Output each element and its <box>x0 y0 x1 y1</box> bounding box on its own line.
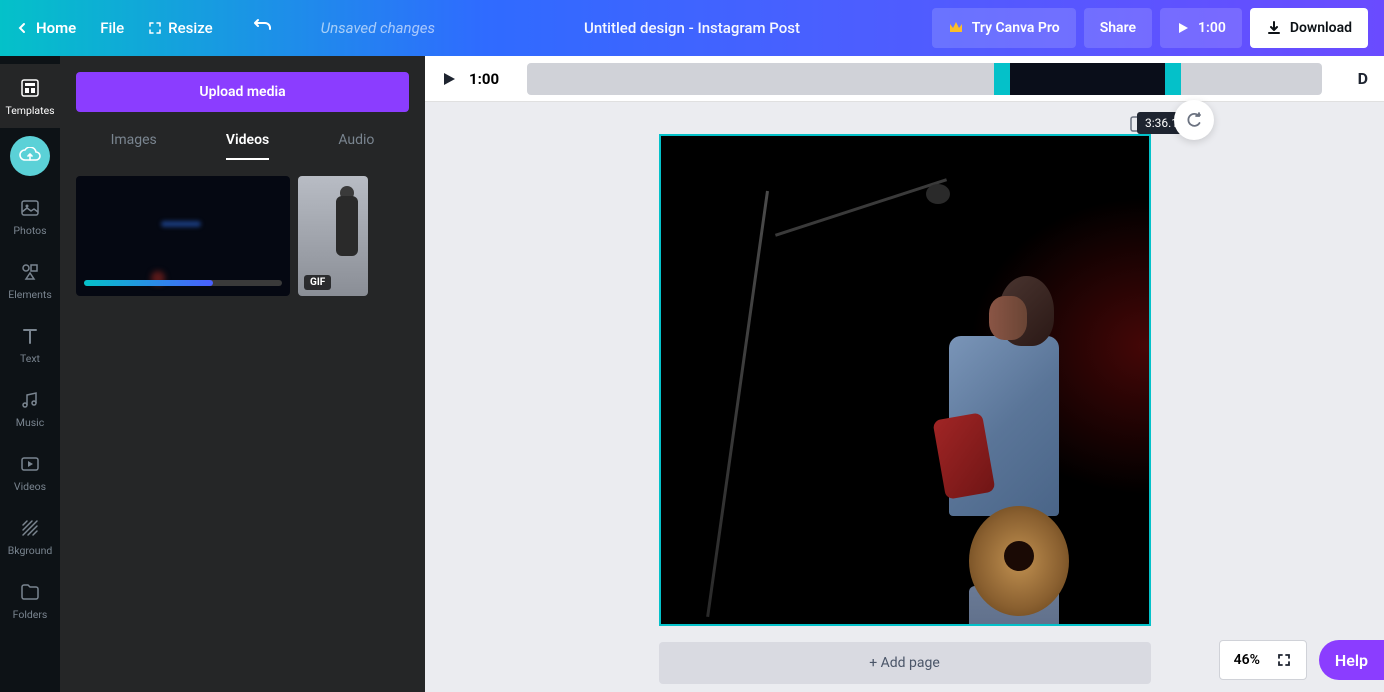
try-pro-button[interactable]: Try Canva Pro <box>932 8 1076 48</box>
clip-handle-left[interactable] <box>994 63 1010 95</box>
canvas-image-content <box>929 246 1079 606</box>
videos-icon <box>18 452 42 476</box>
play-icon <box>1176 21 1190 35</box>
tab-images[interactable]: Images <box>111 132 157 160</box>
file-menu[interactable]: File <box>100 19 124 37</box>
add-page-label: + Add page <box>869 655 940 671</box>
timeline-play-button[interactable] <box>441 71 457 87</box>
timeline-track[interactable] <box>527 63 1322 95</box>
text-icon <box>18 324 42 348</box>
canvas-image-content <box>706 191 769 617</box>
rail-text[interactable]: Text <box>0 312 60 376</box>
share-button[interactable]: Share <box>1084 8 1152 48</box>
rail-music-label: Music <box>16 416 44 429</box>
rail-uploads[interactable] <box>10 136 50 176</box>
upload-media-label: Upload media <box>199 84 285 100</box>
resize-label: Resize <box>168 19 212 37</box>
help-label: Help <box>1335 651 1368 670</box>
rail-elements-label: Elements <box>8 288 52 301</box>
video-thumbnail-uploading[interactable] <box>76 176 290 296</box>
thumbnail-content <box>161 221 201 227</box>
rail-templates[interactable]: Templates <box>0 64 60 128</box>
chevron-left-icon <box>16 22 28 34</box>
main-area: Templates Photos Elements Text Music Vid… <box>0 56 1384 692</box>
canvas-wrap: + Add page <box>425 102 1384 692</box>
home-button[interactable]: Home <box>16 19 76 37</box>
play-icon <box>441 71 457 87</box>
upload-progress-track <box>84 280 282 286</box>
gif-badge: GIF <box>304 275 331 290</box>
rail-templates-label: Templates <box>5 104 54 117</box>
upload-progress-fill <box>84 280 213 286</box>
clip-segment[interactable] <box>1010 63 1165 95</box>
resize-menu[interactable]: Resize <box>148 19 212 37</box>
upload-media-button[interactable]: Upload media <box>76 72 409 112</box>
rail-folders-label: Folders <box>13 608 48 621</box>
try-pro-label: Try Canva Pro <box>972 20 1060 36</box>
cloud-upload-icon <box>19 147 41 165</box>
download-icon <box>1266 20 1282 36</box>
background-icon <box>18 516 42 540</box>
photos-icon <box>18 196 42 220</box>
play-duration-button[interactable]: 1:00 <box>1160 8 1242 48</box>
side-panel: Upload media Images Videos Audio GIF <box>60 56 425 692</box>
timeline-time: 1:00 <box>469 70 499 88</box>
download-button[interactable]: Download <box>1250 8 1368 48</box>
rail-elements[interactable]: Elements <box>0 248 60 312</box>
rail-videos[interactable]: Videos <box>0 440 60 504</box>
rail-bkground-label: Bkground <box>8 544 53 557</box>
top-bar: Home File Resize Unsaved changes Untitle… <box>0 0 1384 56</box>
undo-button[interactable] <box>253 18 273 38</box>
rail-text-label: Text <box>20 352 40 365</box>
top-right-group: Try Canva Pro Share 1:00 Download <box>932 8 1368 48</box>
music-icon <box>18 388 42 412</box>
tab-videos[interactable]: Videos <box>226 132 269 160</box>
design-title[interactable]: Untitled design - Instagram Post <box>584 19 800 37</box>
elements-icon <box>18 260 42 284</box>
download-label: Download <box>1290 20 1352 36</box>
top-left-group: Home File Resize Unsaved changes <box>16 18 435 38</box>
media-tabs: Images Videos Audio <box>76 132 409 160</box>
bottom-right-controls: 46% Help <box>1219 640 1384 680</box>
canvas-image-content <box>774 178 946 236</box>
rail-videos-label: Videos <box>14 480 46 493</box>
undo-icon <box>253 18 273 38</box>
share-label: Share <box>1100 20 1136 36</box>
home-label: Home <box>36 19 76 37</box>
rail-music[interactable]: Music <box>0 376 60 440</box>
rail-folders[interactable]: Folders <box>0 568 60 632</box>
crown-icon <box>948 21 964 35</box>
templates-icon <box>18 76 42 100</box>
timeline-end-marker: D <box>1358 69 1368 88</box>
media-thumbnails: GIF <box>76 176 409 296</box>
zoom-value: 46% <box>1234 652 1260 668</box>
zoom-control[interactable]: 46% <box>1219 640 1307 680</box>
duration-label: 1:00 <box>1198 20 1226 36</box>
design-canvas[interactable] <box>659 134 1151 626</box>
canvas-area: 1:00 D 3:36.1 <box>425 56 1384 692</box>
canvas-image-content <box>926 184 950 204</box>
help-button[interactable]: Help <box>1319 640 1384 680</box>
tab-audio[interactable]: Audio <box>338 132 374 160</box>
rail-photos[interactable]: Photos <box>0 184 60 248</box>
clip-handle-right[interactable] <box>1165 63 1181 95</box>
resize-icon <box>148 21 162 35</box>
rail-background[interactable]: Bkground <box>0 504 60 568</box>
unsaved-status: Unsaved changes <box>321 19 435 37</box>
fullscreen-icon[interactable] <box>1276 652 1292 668</box>
sync-icon <box>1184 110 1204 130</box>
video-thumbnail-gif[interactable]: GIF <box>298 176 368 296</box>
rail-photos-label: Photos <box>13 224 46 237</box>
timeline-bar: 1:00 D <box>425 56 1384 102</box>
side-rail: Templates Photos Elements Text Music Vid… <box>0 56 60 692</box>
thumbnail-content <box>336 196 358 256</box>
folders-icon <box>18 580 42 604</box>
sync-button[interactable] <box>1174 100 1214 140</box>
add-page-button[interactable]: + Add page <box>659 642 1151 684</box>
